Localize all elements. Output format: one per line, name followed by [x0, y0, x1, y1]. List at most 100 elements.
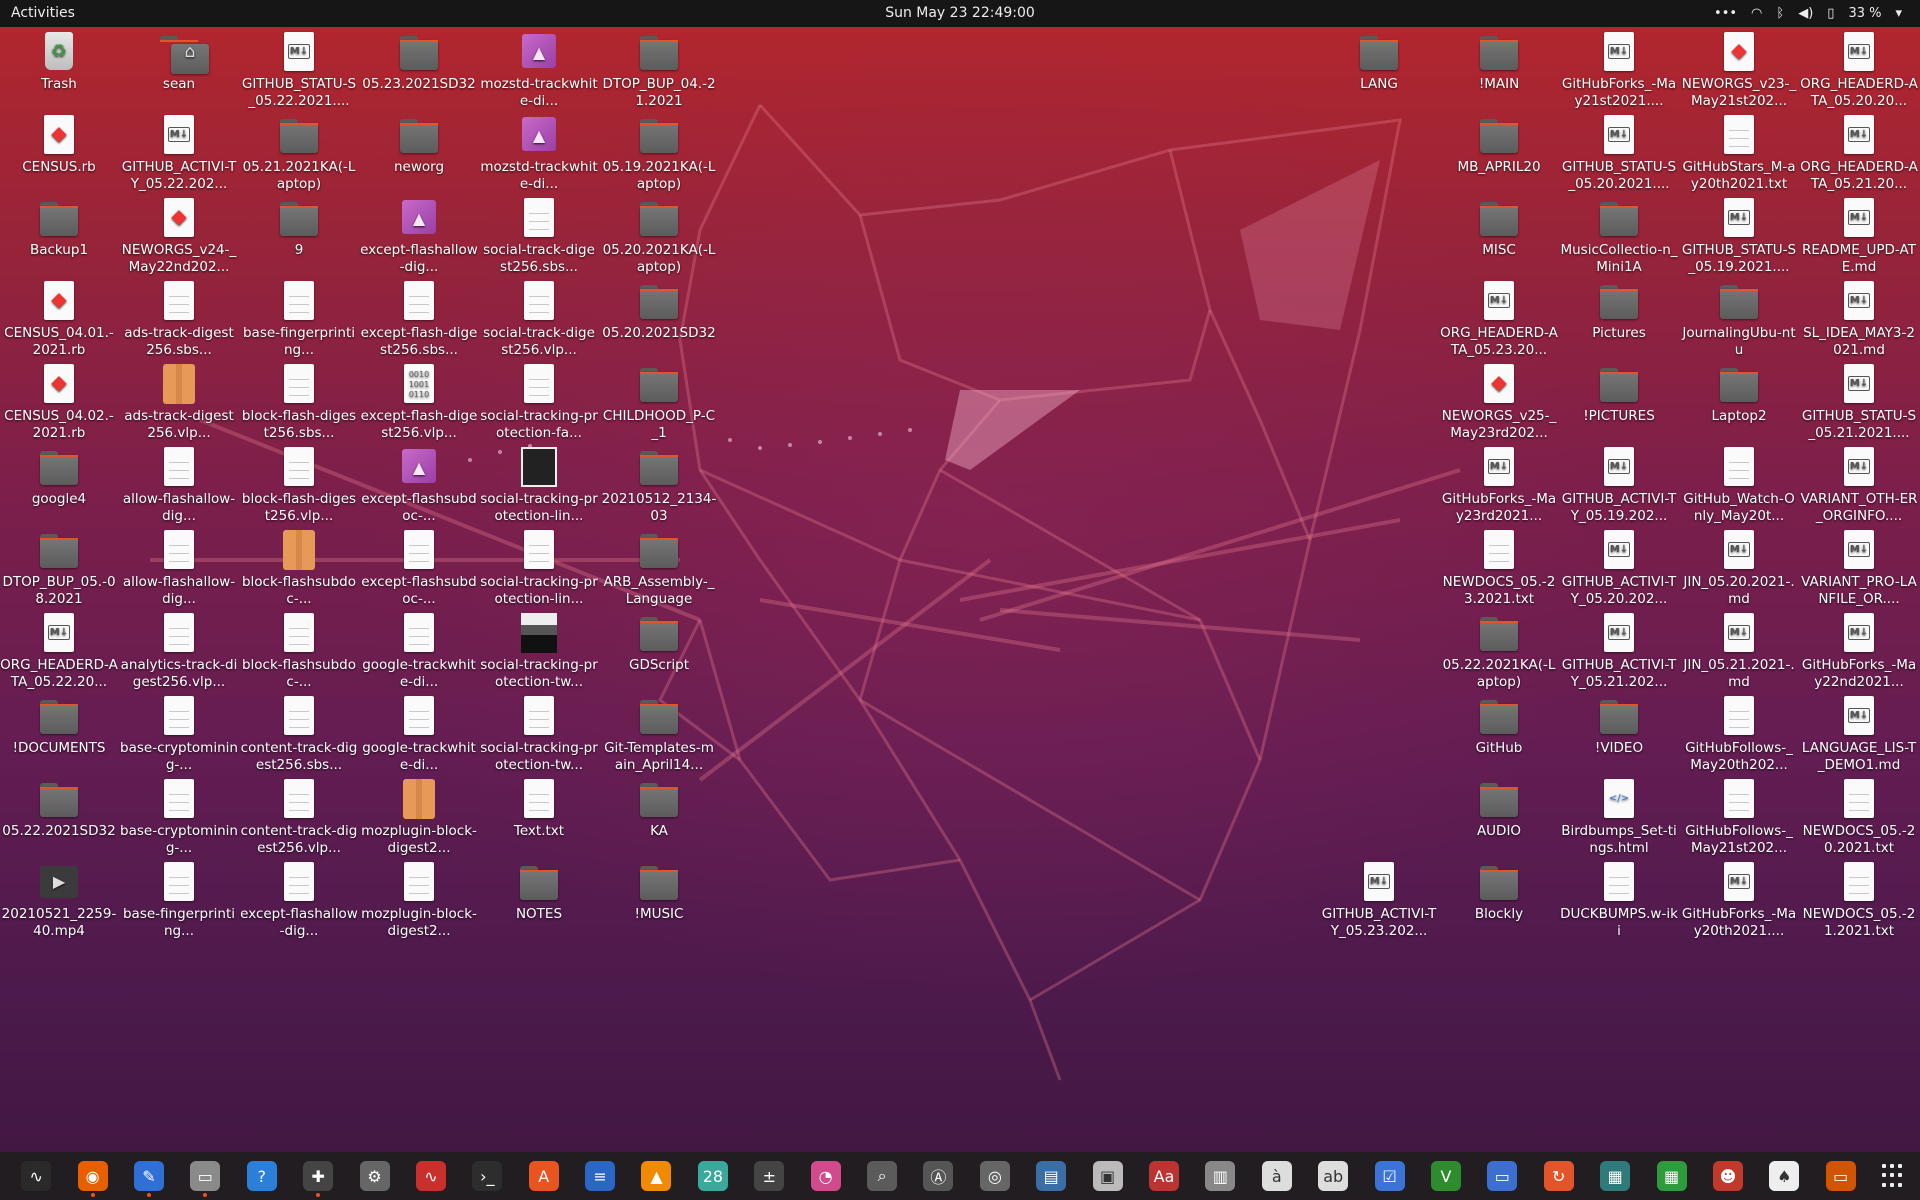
desktop-item[interactable]: base-cryptomining-... — [120, 777, 238, 857]
desktop-item[interactable]: except-flashallow-dig... — [240, 860, 358, 940]
desktop-item[interactable]: social-tracking-protection-tw... — [480, 611, 598, 691]
desktop-item[interactable]: GDScript — [600, 611, 718, 674]
desktop-item[interactable]: 05.21.2021KA(-Laptop) — [240, 113, 358, 193]
dock-item[interactable]: à — [1249, 1152, 1305, 1200]
desktop-item[interactable]: SL_IDEA_MAY3-2021.md — [1800, 279, 1918, 359]
desktop-item[interactable]: JIN_05.20.2021-.md — [1680, 528, 1798, 608]
desktop-item[interactable]: !DOCUMENTS — [0, 694, 118, 757]
dock-item[interactable]: ◎ — [967, 1152, 1023, 1200]
desktop-item[interactable]: GITHUB_STATU-S_05.19.2021.... — [1680, 196, 1798, 276]
desktop-item[interactable]: google4 — [0, 445, 118, 508]
dock-item[interactable]: ∿ — [8, 1152, 64, 1200]
desktop-item[interactable]: LANG — [1320, 30, 1438, 93]
desktop-item[interactable]: CENSUS_04.02.-2021.rb — [0, 362, 118, 442]
desktop-item[interactable]: GITHUB_ACTIVI-TY_05.21.202... — [1560, 611, 1678, 691]
dock-item[interactable]: ? — [234, 1152, 290, 1200]
desktop-item[interactable]: social-track-digest256.vlp... — [480, 279, 598, 359]
desktop-item[interactable]: social-tracking-protection-fa... — [480, 362, 598, 442]
desktop-item[interactable]: except-flash-digest256.vlp... — [360, 362, 478, 442]
dock-item[interactable]: ›_ — [459, 1152, 515, 1200]
desktop-item[interactable]: GITHUB_ACTIVI-TY_05.22.202... — [120, 113, 238, 193]
desktop-item[interactable]: GITHUB_STATU-S_05.21.2021.... — [1800, 362, 1918, 442]
desktop-item[interactable]: MB_APRIL20 — [1440, 113, 1558, 176]
desktop-item[interactable]: 05.23.2021SD32 — [360, 30, 478, 93]
dock-item[interactable]: ≡ — [572, 1152, 628, 1200]
dock-item[interactable]: ± — [741, 1152, 797, 1200]
desktop-item[interactable]: ORG_HEADERD-ATA_05.22.20... — [0, 611, 118, 691]
desktop-item[interactable]: MISC — [1440, 196, 1558, 259]
desktop-item[interactable]: 20210521_2259-40.mp4 — [0, 860, 118, 940]
desktop-item[interactable]: NEWDOCS_05.-20.2021.txt — [1800, 777, 1918, 857]
desktop-item[interactable]: GitHubStars_M-ay20th2021.txt — [1680, 113, 1798, 193]
desktop-item[interactable]: NEWDOCS_05.-21.2021.txt — [1800, 860, 1918, 940]
desktop-item[interactable]: ORG_HEADERD-ATA_05.20.20... — [1800, 30, 1918, 110]
desktop-item[interactable]: ARB_Assembly-_Language — [600, 528, 718, 608]
desktop-item[interactable]: JIN_05.21.2021-.md — [1680, 611, 1798, 691]
desktop-item[interactable]: MusicCollectio-n_Mini1A — [1560, 196, 1678, 276]
desktop-item[interactable]: mozplugin-block-digest2... — [360, 777, 478, 857]
desktop-item[interactable]: 20210512_2134-03 — [600, 445, 718, 525]
desktop-item[interactable]: GITHUB_ACTIVI-TY_05.23.202... — [1320, 860, 1438, 940]
dock-item[interactable]: ▥ — [1192, 1152, 1248, 1200]
desktop-item[interactable]: GITHUB_ACTIVI-TY_05.20.202... — [1560, 528, 1678, 608]
desktop-item[interactable]: Pictures — [1560, 279, 1678, 342]
desktop-item[interactable]: Git-Templates-main_April14... — [600, 694, 718, 774]
dock-item[interactable]: ▭ — [1474, 1152, 1530, 1200]
desktop-item[interactable]: !MAIN — [1440, 30, 1558, 93]
desktop-item[interactable]: 05.22.2021SD32 — [0, 777, 118, 840]
desktop-item[interactable]: mozstd-trackwhite-di... — [480, 30, 598, 110]
desktop-item[interactable]: NEWORGS_v24-_May22nd202... — [120, 196, 238, 276]
dock-item[interactable]: A — [516, 1152, 572, 1200]
desktop-item[interactable]: 05.22.2021KA(-Laptop) — [1440, 611, 1558, 691]
desktop-item[interactable]: JournalingUbu-ntu — [1680, 279, 1798, 359]
dock-item[interactable]: ♠ — [1756, 1152, 1812, 1200]
desktop-item[interactable]: !MUSIC — [600, 860, 718, 923]
desktop-item[interactable]: AUDIO — [1440, 777, 1558, 840]
dock-item[interactable]: ▤ — [1023, 1152, 1079, 1200]
chevron-down-icon[interactable]: ▾ — [1895, 0, 1902, 27]
desktop-item[interactable]: README_UPD-ATE.md — [1800, 196, 1918, 276]
desktop-item[interactable]: allow-flashallow-dig... — [120, 445, 238, 525]
desktop-item[interactable]: GitHubForks_-May21st2021.... — [1560, 30, 1678, 110]
desktop-item[interactable]: GitHubFollows-_May21st202... — [1680, 777, 1798, 857]
desktop-item[interactable]: 9 — [240, 196, 358, 259]
desktop-item[interactable]: NEWDOCS_05.-23.2021.txt — [1440, 528, 1558, 608]
desktop-item[interactable]: LANGUAGE_LIS-T_DEMO1.md — [1800, 694, 1918, 774]
desktop-item[interactable]: DTOP_BUP_04.-21.2021 — [600, 30, 718, 110]
desktop-item[interactable]: ads-track-digest256.sbs... — [120, 279, 238, 359]
desktop-item[interactable]: GitHubFollows-_May20th202... — [1680, 694, 1798, 774]
desktop-item[interactable]: base-fingerprinting... — [120, 860, 238, 940]
desktop-item[interactable]: !PICTURES — [1560, 362, 1678, 425]
dock-item[interactable]: ▭ — [177, 1152, 233, 1200]
desktop-item[interactable]: Blockly — [1440, 860, 1558, 923]
dock-item[interactable]: ∿ — [403, 1152, 459, 1200]
dock-item[interactable]: ⚙ — [346, 1152, 402, 1200]
dock-item[interactable]: ▣ — [1079, 1152, 1135, 1200]
desktop-item[interactable]: NOTES — [480, 860, 598, 923]
desktop-item[interactable]: 05.20.2021KA(-Laptop) — [600, 196, 718, 276]
dock-item[interactable]: 28 — [685, 1152, 741, 1200]
bluetooth-icon[interactable]: ᛒ — [1776, 0, 1784, 27]
desktop-item[interactable]: Backup1 — [0, 196, 118, 259]
desktop-item[interactable]: GitHubForks_-May22nd2021... — [1800, 611, 1918, 691]
dock-item[interactable]: ✎ — [121, 1152, 177, 1200]
desktop-item[interactable]: analytics-track-digest256.vlp... — [120, 611, 238, 691]
desktop-item[interactable]: sean — [120, 30, 238, 93]
desktop-item[interactable]: Birdbumps_Set-tings.html — [1560, 777, 1678, 857]
desktop-item[interactable]: social-tracking-protection-tw... — [480, 694, 598, 774]
desktop-item[interactable]: content-track-digest256.sbs... — [240, 694, 358, 774]
desktop-item[interactable]: GitHubForks_-May23rd2021... — [1440, 445, 1558, 525]
desktop-item[interactable]: except-flashsubdoc-... — [360, 528, 478, 608]
desktop-item[interactable]: mozplugin-block-digest2... — [360, 860, 478, 940]
desktop-item[interactable]: base-cryptomining-... — [120, 694, 238, 774]
dock-item[interactable]: ◔ — [797, 1152, 853, 1200]
battery-percent[interactable]: 33 % — [1848, 0, 1881, 27]
desktop-item[interactable]: DUCKBUMPS.w-iki — [1560, 860, 1678, 940]
desktop-item[interactable]: CHILDHOOD_P-C_1 — [600, 362, 718, 442]
desktop-item[interactable]: Text.txt — [480, 777, 598, 840]
battery-icon[interactable]: ▯ — [1827, 0, 1834, 27]
desktop-item[interactable]: social-tracking-protection-lin... — [480, 528, 598, 608]
desktop-item[interactable]: 05.20.2021SD32 — [600, 279, 718, 342]
dock-item[interactable]: ☻ — [1700, 1152, 1756, 1200]
desktop-item[interactable]: GITHUB_STATU-S_05.20.2021.... — [1560, 113, 1678, 193]
